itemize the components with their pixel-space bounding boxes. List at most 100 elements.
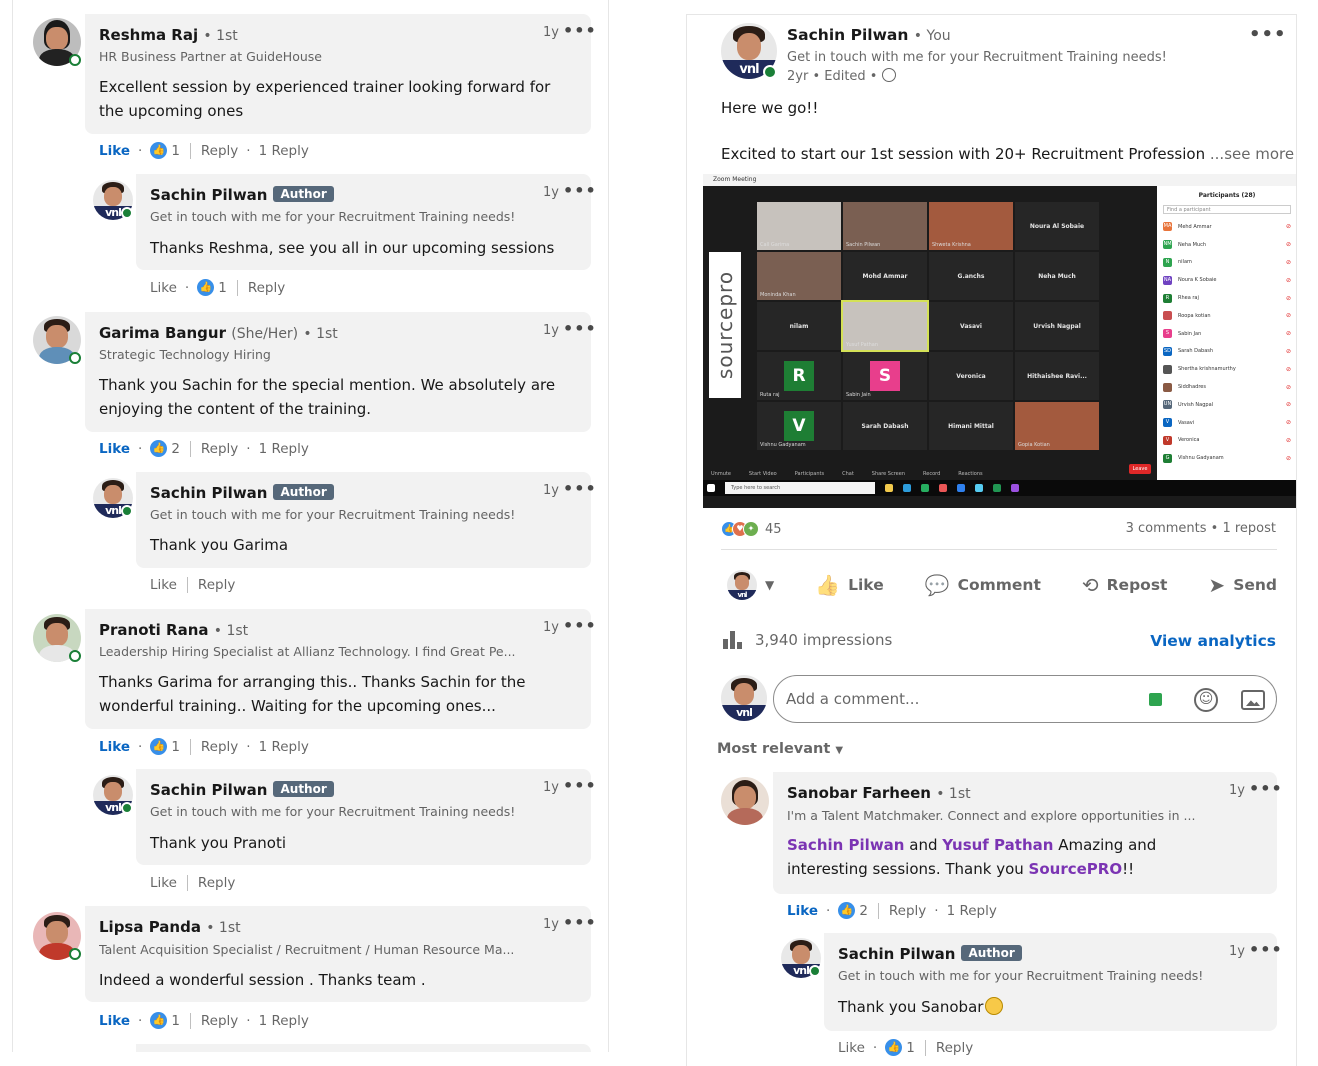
comment-post-button[interactable]: 💬 Comment xyxy=(925,573,1041,597)
zoom-participant-row: Shertha krishnamurthy ⊘ xyxy=(1163,360,1291,378)
send-button[interactable]: ➤ Send xyxy=(1208,573,1277,597)
like-button[interactable]: Like xyxy=(99,739,130,755)
zoom-participant-tile: Neha Much xyxy=(1015,252,1099,300)
like-post-button[interactable]: 👍 Like xyxy=(815,573,884,597)
comment-actions: Like · 👍 2 Reply · 1 Reply xyxy=(787,902,997,919)
reply-text: Thank you Garima xyxy=(150,536,289,554)
replies-link[interactable]: 1 Reply xyxy=(259,739,309,755)
commenter-name[interactable]: Reshma Raj • 1st xyxy=(99,26,238,44)
reply-menu-icon[interactable]: ••• xyxy=(563,479,597,498)
replies-link[interactable]: 1 Reply xyxy=(259,441,309,457)
reply-author-name[interactable]: Sachin Pilwan Author xyxy=(150,781,334,799)
zoom-participant-row: R Rhea raj ⊘ xyxy=(1163,289,1291,307)
comment-menu-icon[interactable]: ••• xyxy=(563,616,597,635)
like-button[interactable]: Like xyxy=(99,143,130,159)
commenter-name[interactable]: Pranoti Rana • 1st xyxy=(99,621,248,639)
reply-actions: Like Reply xyxy=(150,875,235,891)
post-menu-icon[interactable]: ••• xyxy=(1249,24,1287,45)
reply-headline: Get in touch with me for your Recruitmen… xyxy=(150,507,516,522)
post-author-name[interactable]: Sachin Pilwan • You xyxy=(787,26,951,44)
author-badge: Author xyxy=(273,781,334,797)
zoom-participant-row: V Vasavi ⊘ xyxy=(1163,414,1291,432)
like-button[interactable]: Like xyxy=(150,280,177,296)
like-button[interactable]: Like xyxy=(99,441,130,457)
post-text-line1: Here we go!! xyxy=(721,99,819,117)
chevron-down-icon: ▼ xyxy=(765,578,775,592)
see-more-link[interactable]: ...see more xyxy=(1210,145,1294,163)
replies-link[interactable]: 1 Reply xyxy=(947,903,997,919)
reply-author-name[interactable]: Sachin Pilwan Author xyxy=(150,484,334,502)
zoom-participant-row: NM Neha Much ⊘ xyxy=(1163,240,1291,250)
image-icon[interactable] xyxy=(1241,690,1265,710)
reaction-avatar-selector[interactable]: vnl ▼ xyxy=(727,570,774,600)
zoom-toolbar-item: Participants xyxy=(794,471,825,477)
current-user-avatar[interactable]: vnl xyxy=(721,675,767,721)
emoji-icon[interactable]: ☺ xyxy=(1194,688,1218,712)
comment-menu-icon[interactable]: ••• xyxy=(1249,779,1283,798)
comment-text: Excellent session by experienced trainer… xyxy=(99,78,551,120)
like-button[interactable]: Like xyxy=(787,903,818,919)
reply-button[interactable]: Reply xyxy=(198,577,235,593)
mention-link[interactable]: Sachin Pilwan xyxy=(787,836,904,854)
comment-time: 1y xyxy=(543,323,559,338)
actor-avatar: vnl xyxy=(727,570,757,600)
reply-author-name[interactable]: Sachin Pilwan Author xyxy=(838,945,1022,963)
commenter-name[interactable]: Lipsa Panda • 1st xyxy=(99,918,241,936)
replies-link[interactable]: 1 Reply xyxy=(259,1013,309,1029)
reply-button[interactable]: Reply xyxy=(248,280,285,296)
windows-taskbar: Type here to search xyxy=(703,480,1296,496)
reply-button[interactable]: Reply xyxy=(201,739,238,755)
status-dot xyxy=(121,802,133,814)
zoom-participant-tile: Moninda Khan xyxy=(757,252,841,300)
zoom-participant-tile: Mohd Ammar xyxy=(843,252,927,300)
zoom-participant-row: S Sabin Jan ⊘ xyxy=(1163,325,1291,343)
comment-text: Sachin Pilwan and Yusuf Pathan Amazing a… xyxy=(787,836,1157,878)
mention-link[interactable]: Yusuf Pathan xyxy=(942,836,1053,854)
comment-time: 1y xyxy=(543,25,559,40)
comment-menu-icon[interactable]: ••• xyxy=(563,319,597,338)
like-reaction-icon: 👍 xyxy=(150,440,168,457)
reaction-summary[interactable]: 👍 ♥ ✦ 45 xyxy=(721,521,782,537)
status-dot xyxy=(69,54,81,66)
post-image-zoom-meeting[interactable]: Zoom Meeting sourcepro Call Garima Sachin… xyxy=(703,174,1296,508)
commenter-name[interactable]: Sanobar Farheen • 1st xyxy=(787,784,971,802)
reply-button[interactable]: Reply xyxy=(201,143,238,159)
reply-headline: Get in touch with me for your Recruitmen… xyxy=(838,968,1204,983)
sort-comments-dropdown[interactable]: Most relevant ▼ xyxy=(717,741,843,757)
comment-input[interactable] xyxy=(786,686,1116,712)
reply-button[interactable]: Reply xyxy=(201,441,238,457)
comments-reposts-count[interactable]: 3 comments • 1 repost xyxy=(1126,521,1276,536)
impressions-count[interactable]: 3,940 impressions xyxy=(723,631,892,649)
status-dot xyxy=(809,965,821,977)
like-button[interactable]: Like xyxy=(150,875,177,891)
replies-link[interactable]: 1 Reply xyxy=(259,143,309,159)
zoom-participant-tile: Gopia Kotian xyxy=(1015,402,1099,450)
reply-button[interactable]: Reply xyxy=(201,1013,238,1029)
like-button[interactable]: Like xyxy=(838,1040,865,1056)
zoom-participant-tile: G.anchs xyxy=(929,252,1013,300)
view-analytics-link[interactable]: View analytics xyxy=(1150,632,1276,650)
reply-menu-icon[interactable]: ••• xyxy=(563,776,597,795)
reply-button[interactable]: Reply xyxy=(936,1040,973,1056)
like-button[interactable]: Like xyxy=(150,577,177,593)
zoom-participant-tile: R Ruta raj xyxy=(757,352,841,400)
zoom-participant-row: UN Urvish Nagpal ⊘ xyxy=(1163,400,1291,410)
mention-link[interactable]: SourcePRO xyxy=(1029,860,1123,878)
zoom-participant-row: Nnilam ⊘ xyxy=(1163,254,1291,272)
avatar-sanobar[interactable] xyxy=(721,777,769,825)
reply-button[interactable]: Reply xyxy=(889,903,926,919)
reply-button[interactable]: Reply xyxy=(198,875,235,891)
reply-menu-icon[interactable]: ••• xyxy=(563,181,597,200)
commenter-name[interactable]: Garima Bangur (She/Her) • 1st xyxy=(99,324,338,342)
reply-menu-icon[interactable]: ••• xyxy=(1249,940,1283,959)
celebrate-reaction-icon: ✦ xyxy=(743,521,759,537)
like-button[interactable]: Like xyxy=(99,1013,130,1029)
repost-button[interactable]: ⟲ Repost xyxy=(1082,573,1168,597)
zoom-titlebar: Zoom Meeting xyxy=(703,174,1296,186)
reply-author-name[interactable]: Sachin Pilwan Author xyxy=(150,186,334,204)
comment-menu-icon[interactable]: ••• xyxy=(563,913,597,932)
comment-menu-icon[interactable]: ••• xyxy=(563,21,597,40)
post-author-headline: Get in touch with me for your Recruitmen… xyxy=(787,50,1167,65)
grammarly-icon[interactable] xyxy=(1149,693,1162,706)
zoom-leave-button: Leave xyxy=(1129,464,1151,474)
